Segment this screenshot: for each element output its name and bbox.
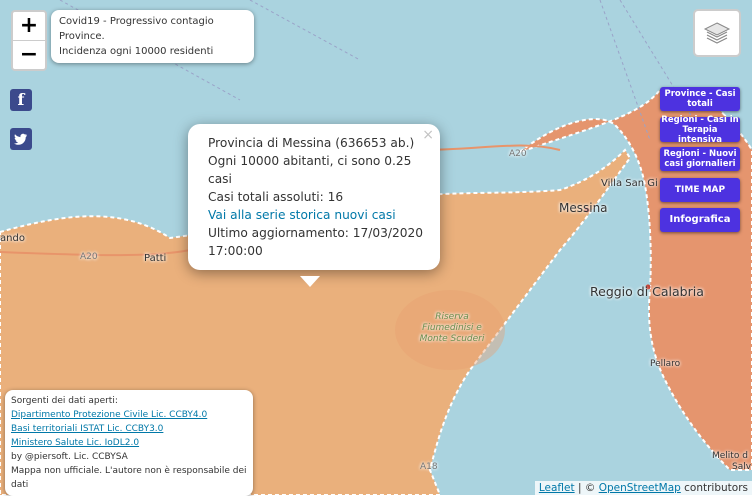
popup-close-icon[interactable]: × <box>422 126 434 144</box>
label-reggio: Reggio di Calabria <box>590 284 704 299</box>
map-attribution: Leaflet | © OpenStreetMap contributors <box>534 481 752 495</box>
attribution-separator: | © <box>574 482 599 494</box>
layers-icon <box>703 22 731 44</box>
osm-link[interactable]: OpenStreetMap <box>599 482 681 494</box>
province-popup: × Provincia di Messina (636653 ab.) Ogni… <box>188 124 440 270</box>
sources-heading: Sorgenti dei dati aperti: <box>11 396 118 406</box>
map-title-box: Covid19 - Progressivo contagio Province.… <box>51 10 254 63</box>
source-link-ministero-salute[interactable]: Ministero Salute Lic. IoDL2.0 <box>11 436 247 450</box>
zoom-control: + − <box>11 10 47 71</box>
menu-button-province-casi-totali[interactable]: Province - Casi totali <box>660 87 740 111</box>
map-subtitle: Incidenza ogni 10000 residenti <box>59 46 214 57</box>
label-road-a20: A20 <box>509 149 527 159</box>
menu-button-regioni-nuovi-casi[interactable]: Regioni - Nuovi casi giornalieri <box>660 147 740 171</box>
twitter-bird-icon <box>14 133 27 145</box>
menu-button-time-map[interactable]: TIME MAP <box>660 178 740 202</box>
facebook-icon[interactable]: f <box>10 89 32 111</box>
label-road-a20-west: A20 <box>80 252 98 262</box>
popup-province-name: Provincia di Messina (636653 ab.) <box>208 136 415 150</box>
twitter-icon[interactable] <box>10 128 32 150</box>
data-sources-box: Sorgenti dei dati aperti: Dipartimento P… <box>5 390 253 496</box>
label-villa-san-giovanni: Villa San Gi <box>601 178 658 189</box>
sources-author: by @piersoft. Lic. CCBYSA <box>11 452 128 462</box>
popup-incidence: Ogni 10000 abitanti, ci sono 0.25 casi <box>208 154 412 186</box>
label-salv: Salv <box>732 462 752 472</box>
popup-last-update: Ultimo aggiornamento: 17/03/2020 17:00:0… <box>208 226 424 258</box>
label-patti: Patti <box>144 253 167 264</box>
layers-control-button[interactable] <box>693 9 741 57</box>
label-riserva: Riserva Fiumedinisi e Monte Scuderi <box>419 312 485 344</box>
popup-tip <box>300 276 320 287</box>
label-road-a18: A18 <box>420 462 438 472</box>
label-melito: Melito d <box>712 451 748 461</box>
map-title: Covid19 - Progressivo contagio Province. <box>59 16 214 42</box>
popup-total-cases: Casi totali assoluti: 16 <box>208 190 344 204</box>
menu-button-regioni-terapia-intensiva[interactable]: Regioni - Casi in Terapia intensiva <box>660 115 740 145</box>
attribution-contributors: contributors <box>680 482 748 494</box>
sources-disclaimer: Mappa non ufficiale. L'autore non è resp… <box>11 466 247 490</box>
popup-history-link[interactable]: Vai alla serie storica nuovi casi <box>208 208 396 222</box>
menu-button-infografica[interactable]: Infografica <box>660 208 740 232</box>
leaflet-link[interactable]: Leaflet <box>539 482 575 494</box>
label-orlando: ando <box>0 233 25 244</box>
source-link-protezione-civile[interactable]: Dipartimento Protezione Civile Lic. CCBY… <box>11 408 247 422</box>
zoom-in-button[interactable]: + <box>13 12 45 41</box>
label-messina: Messina <box>559 201 608 215</box>
label-pellaro: Pellaro <box>650 359 681 369</box>
zoom-out-button[interactable]: − <box>13 41 45 69</box>
source-link-istat[interactable]: Basi territoriali ISTAT Lic. CCBY3.0 <box>11 422 247 436</box>
